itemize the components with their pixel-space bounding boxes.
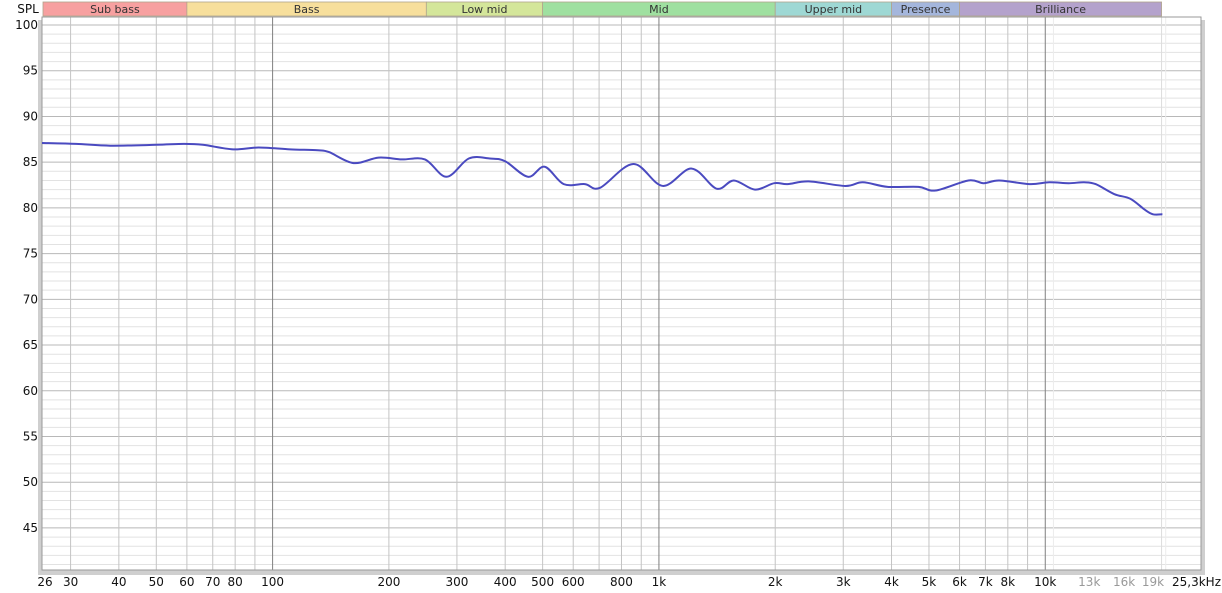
y-tick-labels: 100 95 90 85 80 75 70 65 60 55 50 45 <box>15 18 38 535</box>
x-tick-label: 8k <box>1001 575 1016 589</box>
band-label: Upper mid <box>805 3 863 16</box>
y-tick-label: 90 <box>23 109 38 123</box>
band-label: Mid <box>649 3 669 16</box>
x-tick-label: 50 <box>149 575 164 589</box>
band-label: Bass <box>294 3 320 16</box>
x-tick-label: 7k <box>978 575 993 589</box>
x-tick-label: 100 <box>261 575 284 589</box>
frequency-bands: Sub bass Bass Low mid Mid Upper mid Presence B… <box>42 1 1162 17</box>
y-tick-label: 70 <box>23 292 38 306</box>
x-tick-label: 30 <box>63 575 78 589</box>
x-tick-label: 26 <box>37 575 52 589</box>
x-tick-label: 10k <box>1034 575 1056 589</box>
band-label: Sub bass <box>90 3 140 16</box>
x-tick-label: 60 <box>179 575 194 589</box>
y-tick-label: 95 <box>23 64 38 78</box>
y-tick-label: 60 <box>23 384 38 398</box>
y-tick-label: 45 <box>23 521 38 535</box>
x-tick-label: 400 <box>494 575 517 589</box>
x-tick-label: 70 <box>205 575 220 589</box>
y-tick-label: 55 <box>23 429 38 443</box>
band-label: Presence <box>901 3 951 16</box>
y-tick-label: 50 <box>23 475 38 489</box>
x-tick-labels: 26 30 40 50 60 70 80 100 200 300 400 500 600 800 1k 2k 3… <box>37 575 1221 589</box>
band-label: Low mid <box>462 3 508 16</box>
x-tick-label: 16k <box>1113 575 1135 589</box>
x-tick-label: 13k <box>1078 575 1100 589</box>
x-tick-label: 1k <box>652 575 667 589</box>
x-tick-label: 40 <box>111 575 126 589</box>
x-tick-label: 5k <box>922 575 937 589</box>
y-axis-label: SPL <box>17 2 39 16</box>
band-label: Brilliance <box>1035 3 1086 16</box>
y-tick-label: 100 <box>15 18 38 32</box>
x-tick-label: 600 <box>562 575 585 589</box>
x-tick-label: 300 <box>445 575 468 589</box>
y-tick-label: 85 <box>23 155 38 169</box>
y-tick-label: 65 <box>23 338 38 352</box>
y-tick-label: 80 <box>23 201 38 215</box>
x-tick-label: 800 <box>610 575 633 589</box>
frequency-response-chart: SPL Sub bass Bass Low mid Mid Upper mid Prese… <box>15 1 1221 589</box>
y-tick-label: 75 <box>23 247 38 261</box>
x-tick-label: 25,3kHz <box>1172 575 1221 589</box>
x-tick-label: 19k <box>1142 575 1164 589</box>
x-tick-label: 6k <box>952 575 967 589</box>
x-tick-label: 2k <box>768 575 783 589</box>
x-tick-label: 80 <box>228 575 243 589</box>
x-tick-label: 500 <box>531 575 554 589</box>
x-tick-label: 4k <box>884 575 899 589</box>
x-tick-label: 3k <box>836 575 851 589</box>
x-tick-label: 200 <box>377 575 400 589</box>
